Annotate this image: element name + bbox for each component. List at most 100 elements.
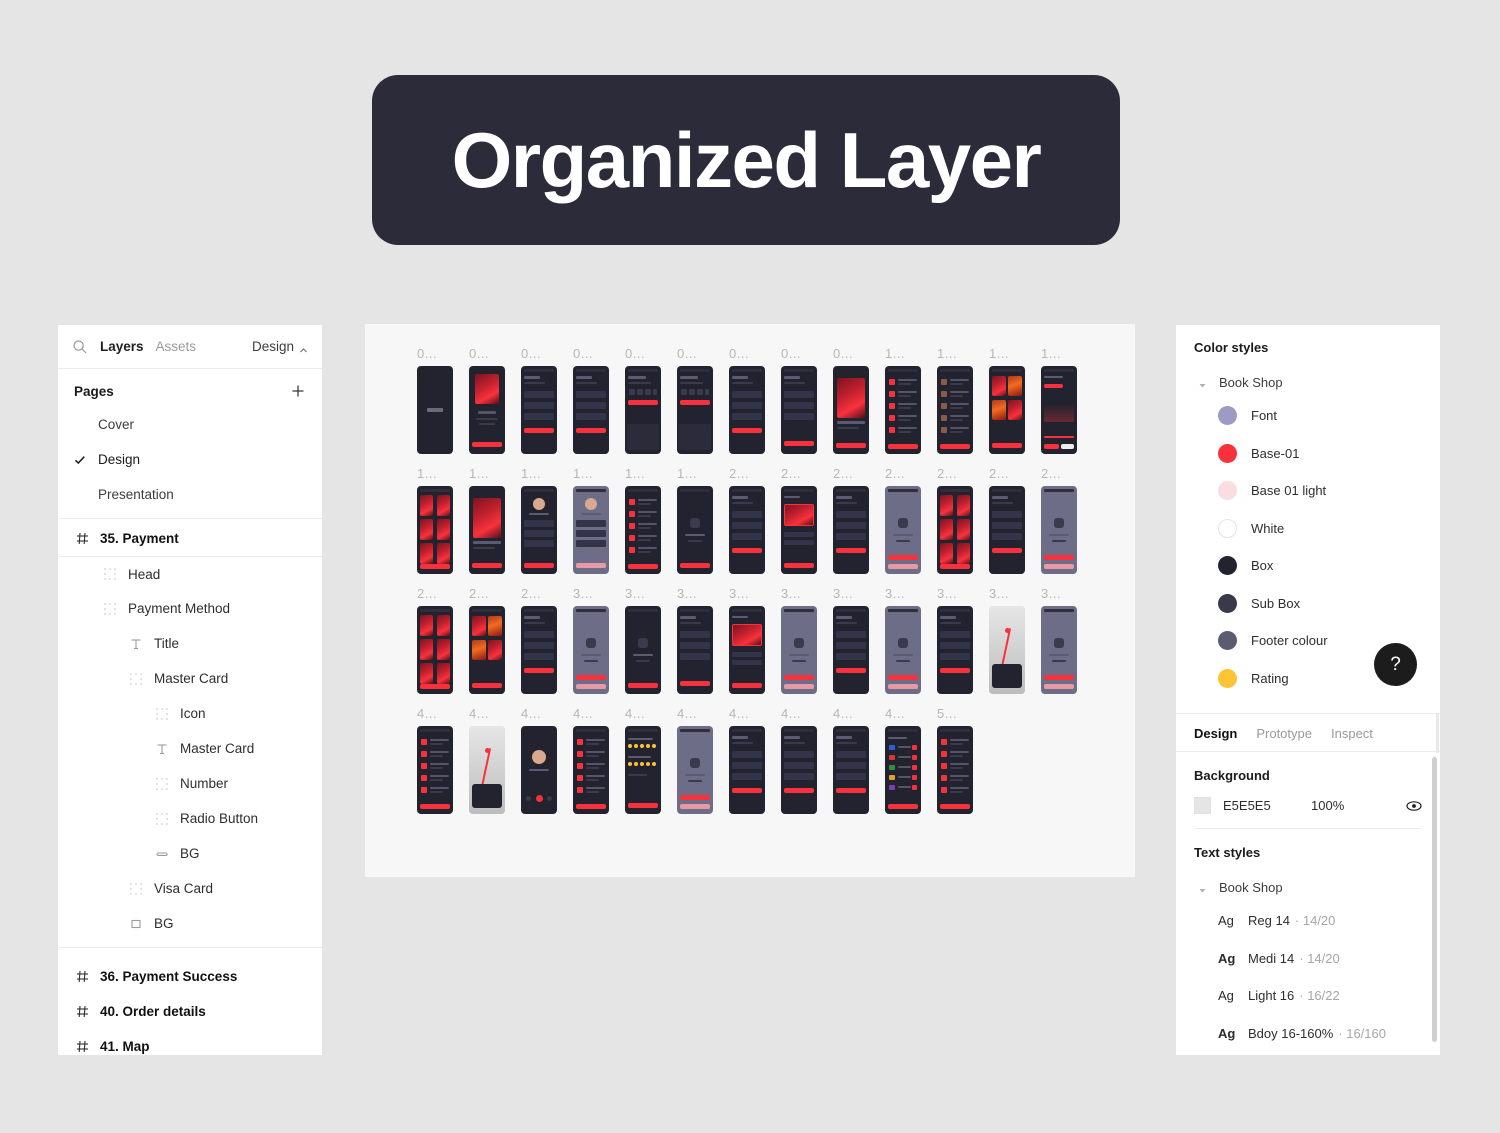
text-style-row[interactable]: Ag Reg 14 · 14/20 (1176, 902, 1440, 940)
frame-cell[interactable]: 2... (513, 586, 565, 694)
frame-name-label[interactable]: 4... (617, 706, 669, 726)
frame-cell[interactable]: 0... (513, 346, 565, 454)
frame-cell[interactable]: 4... (565, 706, 617, 814)
frame-cell[interactable]: 4... (773, 706, 825, 814)
frame-thumbnail[interactable] (937, 366, 973, 454)
frame-cell[interactable]: 1... (669, 466, 721, 574)
frame-thumbnail[interactable] (781, 486, 817, 574)
frame-name-label[interactable]: 2... (981, 466, 1033, 486)
frame-cell[interactable]: 2... (877, 466, 929, 574)
frame-thumbnail[interactable] (573, 726, 609, 814)
layer-row[interactable]: Title (58, 626, 322, 661)
frame-name-label[interactable]: 3... (877, 586, 929, 606)
color-style-row[interactable]: White (1176, 510, 1440, 548)
frame-thumbnail[interactable] (729, 366, 765, 454)
frame-thumbnail[interactable] (833, 726, 869, 814)
frame-name-label[interactable]: 1... (461, 466, 513, 486)
frame-name-label[interactable]: 2... (1033, 466, 1085, 486)
frame-thumbnail[interactable] (833, 486, 869, 574)
frame-thumbnail[interactable] (1041, 606, 1077, 694)
frame-thumbnail[interactable] (573, 606, 609, 694)
frame-thumbnail[interactable] (677, 606, 713, 694)
frame-cell[interactable]: 3... (669, 586, 721, 694)
frame-name-label[interactable]: 4... (669, 706, 721, 726)
layer-row[interactable]: BG (58, 836, 322, 871)
frame-thumbnail[interactable] (521, 366, 557, 454)
frame-name-label[interactable]: 1... (981, 346, 1033, 366)
frame-thumbnail[interactable] (573, 366, 609, 454)
frame-thumbnail[interactable] (989, 486, 1025, 574)
frame-thumbnail[interactable] (781, 366, 817, 454)
page-item-presentation[interactable]: Presentation (58, 477, 322, 512)
frame-thumbnail[interactable] (521, 486, 557, 574)
frame-thumbnail[interactable] (833, 366, 869, 454)
layer-row[interactable]: 40. Order details (58, 994, 322, 1029)
frame-name-label[interactable]: 0... (513, 346, 565, 366)
frame-thumbnail[interactable] (417, 366, 453, 454)
frame-cell[interactable]: 1... (461, 466, 513, 574)
frame-cell[interactable]: 4... (877, 706, 929, 814)
frame-thumbnail[interactable] (729, 486, 765, 574)
frame-name-label[interactable]: 1... (877, 346, 929, 366)
frame-cell[interactable]: 1... (565, 466, 617, 574)
panel-scrollbar[interactable] (1432, 757, 1437, 1042)
frame-thumbnail[interactable] (885, 606, 921, 694)
frame-thumbnail[interactable] (521, 606, 557, 694)
frame-name-label[interactable]: 5... (929, 706, 981, 726)
frame-cell[interactable]: 2... (461, 586, 513, 694)
frame-name-label[interactable]: 2... (461, 586, 513, 606)
color-styles-group[interactable]: Book Shop (1176, 367, 1440, 397)
frame-cell[interactable]: 3... (981, 586, 1033, 694)
frame-thumbnail[interactable] (885, 486, 921, 574)
frame-cell[interactable]: 2... (773, 466, 825, 574)
frame-cell[interactable]: 2... (721, 466, 773, 574)
frame-thumbnail[interactable] (729, 606, 765, 694)
frame-cell[interactable]: 4... (669, 706, 721, 814)
color-style-row[interactable]: Font (1176, 397, 1440, 435)
frame-name-label[interactable]: 3... (773, 586, 825, 606)
design-canvas[interactable]: 0... 0... 0... 0... 0... 0... 0... 0... 0... 1...… (365, 324, 1135, 877)
frame-cell[interactable]: 4... (409, 706, 461, 814)
frame-thumbnail[interactable] (885, 726, 921, 814)
frame-thumbnail[interactable] (989, 606, 1025, 694)
background-opacity-value[interactable]: 100% (1311, 798, 1363, 813)
frame-thumbnail[interactable] (1041, 486, 1077, 574)
frame-cell[interactable]: 2... (1033, 466, 1085, 574)
frame-thumbnail[interactable] (573, 486, 609, 574)
frame-cell[interactable]: 2... (825, 466, 877, 574)
frame-name-label[interactable]: 0... (409, 346, 461, 366)
text-style-row[interactable]: Ag Light 16 · 16/22 (1176, 977, 1440, 1015)
text-style-row[interactable]: Ag Medi 14 · 14/20 (1176, 940, 1440, 978)
tab-layers[interactable]: Layers (100, 339, 144, 354)
frame-name-label[interactable]: 4... (773, 706, 825, 726)
eye-icon[interactable] (1406, 800, 1422, 812)
frame-thumbnail[interactable] (417, 606, 453, 694)
frame-name-label[interactable]: 1... (513, 466, 565, 486)
frame-thumbnail[interactable] (521, 726, 557, 814)
frame-cell[interactable]: 0... (617, 346, 669, 454)
frame-thumbnail[interactable] (417, 726, 453, 814)
layer-row[interactable]: BG (58, 906, 322, 941)
frame-thumbnail[interactable] (625, 606, 661, 694)
frame-name-label[interactable]: 0... (565, 346, 617, 366)
frame-cell[interactable]: 5... (929, 706, 981, 814)
frame-cell[interactable]: 4... (461, 706, 513, 814)
frame-name-label[interactable]: 4... (721, 706, 773, 726)
frame-name-label[interactable]: 3... (565, 586, 617, 606)
background-hex-value[interactable]: E5E5E5 (1223, 798, 1311, 813)
frame-cell[interactable]: 2... (929, 466, 981, 574)
tab-assets[interactable]: Assets (156, 339, 197, 354)
frame-name-label[interactable]: 2... (409, 586, 461, 606)
color-style-row[interactable]: Base 01 light (1176, 472, 1440, 510)
frame-name-label[interactable]: 4... (461, 706, 513, 726)
frame-thumbnail[interactable] (677, 366, 713, 454)
frame-cell[interactable]: 3... (565, 586, 617, 694)
text-style-row[interactable]: Ag Bdoy 16-160% · 16/160 (1176, 1015, 1440, 1053)
layer-row[interactable]: Head (58, 556, 322, 591)
frame-thumbnail[interactable] (781, 606, 817, 694)
frame-cell[interactable]: 1... (513, 466, 565, 574)
frame-cell[interactable]: 0... (825, 346, 877, 454)
frame-cell[interactable]: 0... (721, 346, 773, 454)
frame-name-label[interactable]: 3... (669, 586, 721, 606)
frame-name-label[interactable]: 3... (981, 586, 1033, 606)
